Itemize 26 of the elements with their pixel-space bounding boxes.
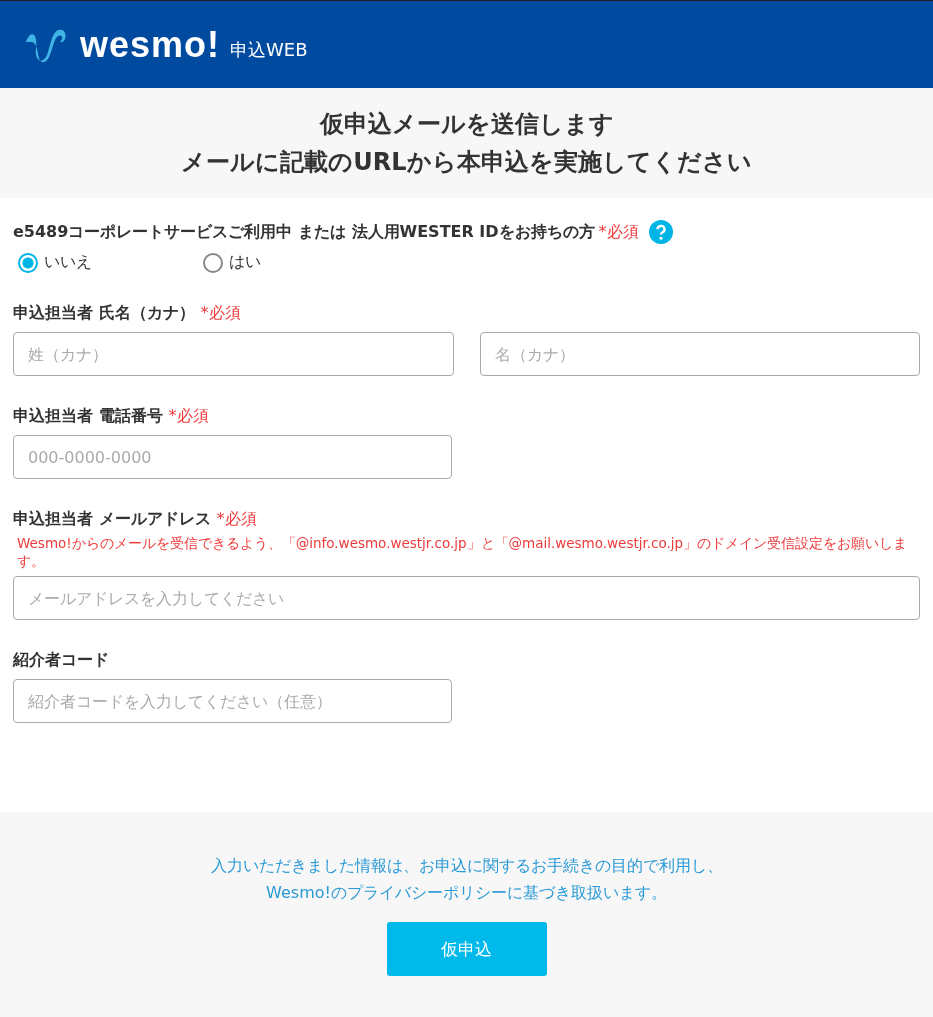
logo-text: wesmo!: [80, 23, 221, 66]
required-mark: *必須: [168, 406, 209, 427]
radio-button[interactable]: [18, 252, 38, 273]
question-label: e5489コーポレートサービスご利用中 または 法人用WESTER IDをお持ちの方: [13, 221, 595, 243]
field-note: Wesmo!からのメールを受信できるよう、「@info.wesmo.westjr.co.jp」と「@mail.wesmo.westjr.co.jp」のドメイン受信設定をお願いします。: [17, 534, 909, 571]
field-label: 紹介者コード: [13, 650, 109, 672]
input-field[interactable]: 姓（カナ）: [13, 332, 454, 376]
header-subtitle: 申込WEB: [230, 37, 308, 62]
required-mark: *必須: [200, 303, 241, 324]
field-label: 申込担当者 電話番号: [13, 406, 163, 427]
help-icon[interactable]: [648, 220, 673, 244]
radio-button[interactable]: [203, 252, 223, 273]
privacy-notice: 入力いただきました情報は、お申込に関するお手続きの目的で利用し、: [210, 855, 723, 877]
input-field[interactable]: 名（カナ）: [479, 332, 920, 376]
input-field[interactable]: メールアドレスを入力してください: [13, 576, 920, 621]
input-field[interactable]: 000-0000-0000: [13, 435, 452, 479]
page-title: 仮申込メールを送信します: [319, 109, 614, 140]
input-field[interactable]: 紹介者コードを入力してください（任意）: [13, 679, 452, 724]
field-label: 申込担当者 氏名（カナ）: [13, 303, 195, 324]
required-mark: *必須: [216, 509, 257, 530]
field-label: 申込担当者 メールアドレス: [13, 509, 211, 530]
radio-option[interactable]: はい: [203, 252, 328, 273]
page-title: メールに記載のURLから本申込を実施してください: [181, 147, 752, 178]
radio-option[interactable]: いいえ: [18, 252, 143, 273]
privacy-notice: Wesmo!のプライバシーポリシーに基づき取扱います。: [266, 882, 667, 905]
required-mark: *必須: [598, 221, 639, 243]
